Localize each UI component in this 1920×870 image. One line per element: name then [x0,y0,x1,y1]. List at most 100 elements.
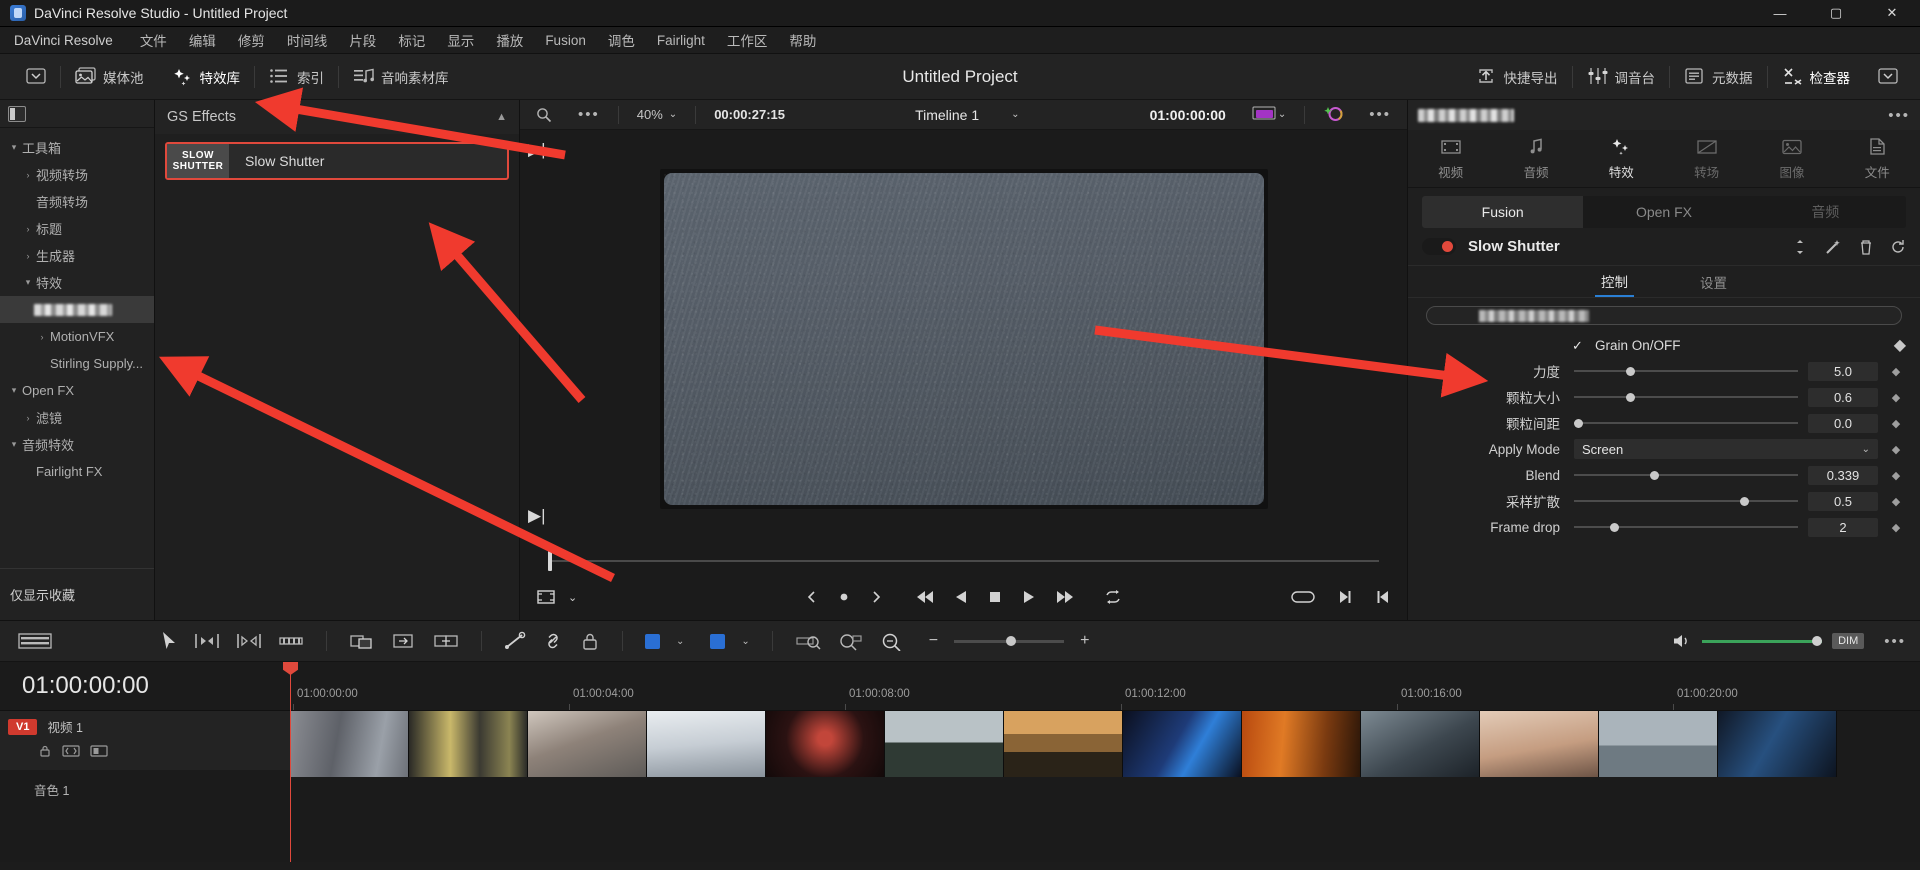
layout-menu-button[interactable] [1864,60,1912,94]
overwrite-clip-icon[interactable] [391,631,417,651]
loop-icon[interactable] [1103,589,1123,605]
tree-item-filters[interactable]: › 滤镜 [0,404,154,431]
chevron-right-icon[interactable]: › [20,413,36,423]
subtab-openfx[interactable]: Open FX [1583,196,1744,228]
timeline-clip[interactable] [1123,711,1242,777]
keyframe-icon[interactable]: ◆ [1886,391,1906,404]
effects-library-button[interactable]: 特效库 [158,60,255,94]
menu-item-playback[interactable]: 播放 [485,27,534,53]
insert-clip-icon[interactable] [349,631,375,651]
timeline-clip[interactable] [1480,711,1599,777]
timeline-view-options[interactable] [0,631,160,651]
maximize-button[interactable]: ▢ [1808,0,1864,27]
timeline-clip[interactable] [766,711,885,777]
tree-item-openfx[interactable]: ▾ Open FX [0,377,154,404]
viewer-scrubber[interactable] [520,548,1407,574]
control-tab-controls[interactable]: 控制 [1595,266,1634,297]
mixer-button[interactable]: 调音台 [1573,60,1670,94]
timeline-clip[interactable] [1242,711,1361,777]
menu-item-timeline[interactable]: 时间线 [276,27,339,53]
tree-item-stirling-supply[interactable]: Stirling Supply... [0,350,154,377]
timeline-clip[interactable] [1004,711,1123,777]
chevron-right-icon[interactable]: › [20,224,36,234]
track-badge[interactable]: V1 [8,719,37,735]
jump-to-start-icon[interactable] [915,589,935,605]
tab-image[interactable]: 图像 [1757,137,1827,181]
keyframe-icon[interactable]: ◆ [1886,417,1906,430]
menu-item-clip[interactable]: 片段 [338,27,387,53]
timeline-clip[interactable] [290,711,409,777]
fullscreen-icon[interactable] [1291,589,1315,605]
link-icon[interactable] [542,631,564,651]
param-value[interactable]: 2 [1808,518,1878,537]
param-slider[interactable] [1574,520,1798,534]
chevron-down-icon[interactable]: ⌄ [1862,444,1870,455]
minimize-button[interactable]: — [1752,0,1808,27]
quick-export-button[interactable]: 快捷导出 [1462,60,1572,94]
inspector-options-button[interactable]: ••• [1888,107,1910,124]
play-icon[interactable] [1021,589,1037,605]
proxy-mode-button[interactable]: PXY ⌄ [1244,105,1294,125]
timeline-zoom-slider[interactable] [954,640,1064,643]
volume-slider-knob[interactable] [1812,636,1822,646]
slider-knob[interactable] [1740,497,1749,506]
timeline-clip[interactable] [647,711,766,777]
pen-tool-icon[interactable] [504,631,526,651]
slider-knob[interactable] [1610,523,1619,532]
tree-item-effects[interactable]: ▾ 特效 [0,269,154,296]
reorder-icon[interactable] [1792,239,1808,255]
param-slider[interactable] [1574,364,1798,378]
reset-icon[interactable] [1890,239,1906,255]
chevron-right-icon[interactable]: › [34,332,50,342]
menu-item-help[interactable]: 帮助 [778,27,827,53]
slider-knob[interactable] [1574,419,1583,428]
param-value[interactable]: 0.0 [1808,414,1878,433]
timeline-clip[interactable] [1718,711,1837,777]
keyframe-dot-icon[interactable] [837,590,851,604]
mark-out-icon[interactable]: ▶| [528,506,546,526]
page-menu-button[interactable] [12,60,60,94]
keyframe-icon[interactable]: ◆ [1886,469,1906,482]
zoom-fit-icon[interactable] [795,631,821,651]
chevron-down-icon[interactable]: ⌄ [1011,109,1019,120]
param-slider[interactable] [1574,416,1798,430]
viewer-search-button[interactable] [528,107,560,123]
zoom-detail-icon[interactable] [837,631,863,651]
timeline-clip[interactable] [528,711,647,777]
viewer-timeline-selector[interactable]: Timeline 1 ⌄ [907,107,1027,123]
menu-item-fairlight[interactable]: Fairlight [646,30,716,51]
checkbox-icon[interactable]: ✓ [1572,339,1585,352]
tab-file[interactable]: 文件 [1842,137,1912,181]
timeline-clip[interactable] [1599,711,1718,777]
media-pool-button[interactable]: 媒体池 [61,60,158,94]
marker-color-swatch[interactable] [645,634,660,649]
menu-item-mark[interactable]: 标记 [387,27,436,53]
timeline-playhead[interactable] [290,662,291,862]
chevron-down-icon[interactable]: ▾ [6,142,22,153]
tab-transition[interactable]: 转场 [1672,137,1742,181]
chevron-right-icon[interactable]: › [20,170,36,180]
menu-item-file[interactable]: 文件 [129,27,178,53]
volume-slider[interactable] [1702,640,1822,643]
prev-keyframe-icon[interactable] [805,590,819,604]
thumbnail-icon[interactable] [90,744,108,758]
mark-in-icon[interactable]: ▶| [528,140,546,160]
slider-knob[interactable] [1650,471,1659,480]
tab-audio[interactable]: 音频 [1501,137,1571,181]
viewer-options-button[interactable]: ellipsis-icon••• [570,106,608,123]
trim-edit-icon[interactable] [194,631,220,651]
chevron-down-icon[interactable]: ▾ [20,277,36,288]
chevron-down-icon[interactable]: ⌄ [568,591,577,604]
speaker-icon[interactable] [1672,632,1692,650]
timeline-clip[interactable] [885,711,1004,777]
menu-item-color[interactable]: 调色 [597,27,646,53]
stop-icon[interactable] [987,589,1003,605]
chevron-down-icon[interactable]: ▾ [6,439,22,450]
param-value[interactable]: 5.0 [1808,362,1878,381]
frame-box-icon[interactable] [536,589,556,605]
flag-color-swatch[interactable] [710,634,725,649]
timeline-clip[interactable] [409,711,528,777]
menu-item-davinci-resolve[interactable]: DaVinci Resolve [10,30,129,51]
chevron-up-icon[interactable]: ▲ [496,111,507,123]
param-value[interactable]: 0.5 [1808,492,1878,511]
